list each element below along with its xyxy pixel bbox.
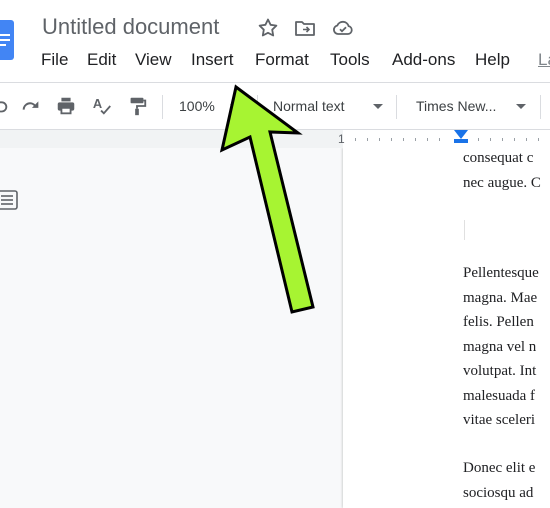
text-line: volutpat. Int (463, 363, 537, 379)
toolbar-divider (162, 95, 163, 119)
text-line: malesuada f (463, 387, 536, 404)
star-icon[interactable] (256, 16, 280, 40)
spellcheck-icon[interactable]: A (91, 95, 113, 117)
menu-file[interactable]: File (41, 50, 68, 70)
menu-edit[interactable]: Edit (87, 50, 116, 70)
ruler-tick (403, 138, 404, 141)
ruler-number: 1 (338, 132, 345, 146)
undo-icon[interactable] (0, 95, 10, 117)
style-chevron-down-icon[interactable] (373, 104, 383, 109)
redo-icon[interactable] (20, 95, 42, 117)
ruler-tick (439, 138, 440, 141)
ruler-tick (490, 138, 491, 141)
zoom-select[interactable]: 100% (179, 98, 215, 114)
indent-marker[interactable] (454, 130, 468, 139)
font-chevron-down-icon[interactable] (516, 104, 526, 109)
text-line: consequat c (463, 150, 534, 166)
toolbar-divider (396, 95, 397, 119)
menu-view[interactable]: View (135, 50, 172, 70)
move-folder-icon[interactable] (293, 16, 317, 40)
menu-help[interactable]: Help (475, 50, 510, 70)
paragraph-1[interactable]: consequat c nec augue. C (463, 146, 550, 195)
first-line-indent-marker[interactable] (454, 139, 468, 143)
paragraph-style-select[interactable]: Normal text (273, 98, 345, 114)
ruler-tick (427, 138, 428, 141)
text-cursor (464, 220, 465, 240)
ruler-tick (367, 138, 368, 141)
text-line: sociosqu ad (463, 484, 534, 501)
ruler-tick (514, 138, 515, 141)
ruler-tick (415, 138, 416, 141)
docs-logo-icon[interactable] (0, 20, 14, 60)
ruler-tick (538, 138, 539, 141)
toolbar-divider (540, 95, 541, 119)
text-line: magna. Mae (463, 289, 538, 306)
text-line: Pellentesque (463, 265, 539, 281)
text-line: nec augue. C (463, 174, 541, 191)
ruler-tick (478, 138, 479, 141)
cloud-saved-icon[interactable] (331, 16, 355, 40)
paragraph-2[interactable]: Pellentesque magna. Mae felis. Pellen ma… (463, 261, 550, 433)
text-line: magna vel n (463, 338, 537, 355)
svg-text:A: A (93, 96, 102, 111)
last-edit-link[interactable]: La (538, 50, 550, 70)
menu-add-ons[interactable]: Add-ons (392, 50, 455, 70)
document-outline-icon[interactable] (0, 190, 18, 210)
ruler-tick (379, 138, 380, 141)
ruler-tick (391, 138, 392, 141)
text-line: Donec elit e (463, 460, 536, 476)
toolbar: A 100% Normal text Times New... (0, 82, 550, 130)
ruler-tick (526, 138, 527, 141)
text-line: felis. Pellen (463, 314, 534, 330)
toolbar-divider (257, 95, 258, 119)
menu-tools[interactable]: Tools (330, 50, 370, 70)
menu-insert[interactable]: Insert (191, 50, 234, 70)
document-title[interactable]: Untitled document (42, 14, 219, 40)
text-line: vitae sceleri (463, 412, 536, 428)
paragraph-3[interactable]: Donec elit e sociosqu ad (463, 456, 550, 505)
header: Untitled document File Edit View Insert … (0, 0, 550, 82)
print-icon[interactable] (55, 95, 77, 117)
font-select[interactable]: Times New... (416, 98, 496, 114)
ruler-tick (502, 138, 503, 141)
ruler-tick (355, 138, 356, 141)
zoom-chevron-down-icon[interactable] (230, 104, 240, 109)
menu-format[interactable]: Format (255, 50, 309, 70)
paint-format-icon[interactable] (126, 95, 148, 117)
